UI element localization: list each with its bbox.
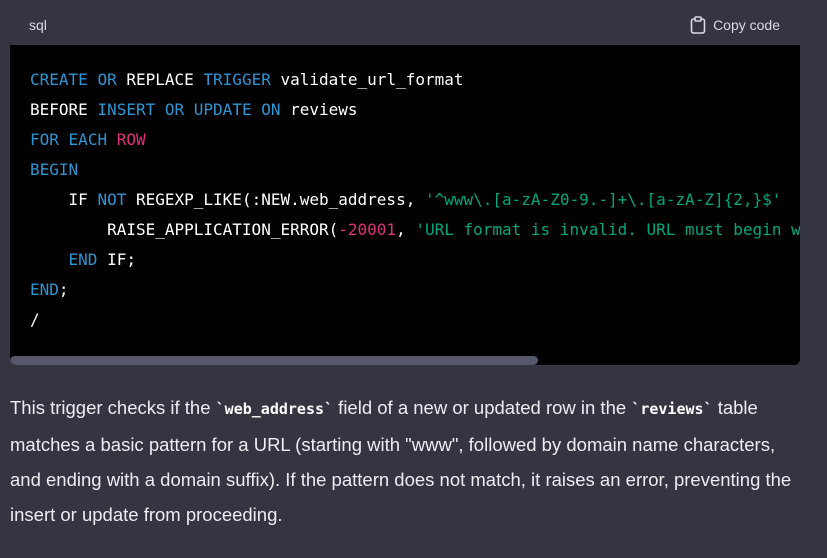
code-token: '^www\.[a-zA-Z0-9.-]+\.[a-zA-Z]{2,}$'	[424, 190, 782, 209]
clipboard-icon	[690, 16, 706, 34]
code-token: OR	[97, 70, 117, 89]
code-token: ,	[396, 220, 416, 239]
code-token: 'URL format is invalid. URL must begin w…	[415, 220, 800, 239]
code-token: ON	[261, 100, 281, 119]
explanation-text: field of a new or updated row in the	[333, 397, 632, 418]
code-token: REGEXP_LIKE(:NEW.web_address,	[126, 190, 425, 209]
horizontal-scrollbar[interactable]	[10, 356, 538, 365]
code-block: sql Copy code CREATE OR REPLACE TRIGGER …	[10, 5, 800, 365]
code-language-label: sql	[29, 17, 47, 33]
code-token: reviews	[280, 100, 358, 119]
code-token: RAISE_APPLICATION_ERROR(	[30, 220, 339, 239]
code-token: BEGIN	[30, 160, 79, 179]
code-token: REPLACE	[116, 70, 204, 89]
code-token: INSERT	[97, 100, 156, 119]
code-token: validate_url_format	[270, 70, 464, 89]
code-line: CREATE OR REPLACE TRIGGER validate_url_f…	[30, 65, 800, 95]
inline-code: `reviews`	[631, 400, 713, 418]
code-token: NOT	[97, 190, 127, 209]
code-token: -20001	[338, 220, 397, 239]
code-token: TRIGGER	[203, 70, 271, 89]
code-token: IF	[30, 190, 98, 209]
code-line: END;	[30, 275, 800, 305]
code-token: BEFORE	[30, 100, 98, 119]
explanation-text: This trigger checks if the	[10, 397, 216, 418]
code-line: IF NOT REGEXP_LIKE(:NEW.web_address, '^w…	[30, 185, 800, 215]
code-token: FOR	[30, 130, 59, 149]
code-line: BEGIN	[30, 155, 800, 185]
code-token: ROW	[116, 130, 146, 149]
explanation-paragraph: This trigger checks if the `web_address`…	[10, 390, 810, 532]
code-line: END IF;	[30, 245, 800, 275]
copy-code-button[interactable]: Copy code	[690, 16, 780, 34]
code-lines: CREATE OR REPLACE TRIGGER validate_url_f…	[30, 65, 800, 335]
code-line: RAISE_APPLICATION_ERROR(-20001, 'URL for…	[30, 215, 800, 245]
code-block-header: sql Copy code	[10, 5, 800, 45]
code-line: /	[30, 305, 800, 335]
code-token: OR	[164, 100, 185, 119]
code-token: /	[30, 310, 40, 329]
code-editor[interactable]: CREATE OR REPLACE TRIGGER validate_url_f…	[10, 45, 800, 365]
code-line: FOR EACH ROW	[30, 125, 800, 155]
code-token: UPDATE	[193, 100, 252, 119]
code-token: END	[30, 280, 59, 299]
copy-code-label: Copy code	[713, 17, 780, 33]
code-token: ;	[58, 280, 69, 299]
code-token: END	[68, 250, 98, 269]
inline-code: `web_address`	[215, 400, 334, 418]
code-token: IF;	[97, 250, 136, 269]
code-line: BEFORE INSERT OR UPDATE ON reviews	[30, 95, 800, 125]
code-token: EACH	[68, 130, 108, 149]
code-token: CREATE	[30, 70, 88, 89]
